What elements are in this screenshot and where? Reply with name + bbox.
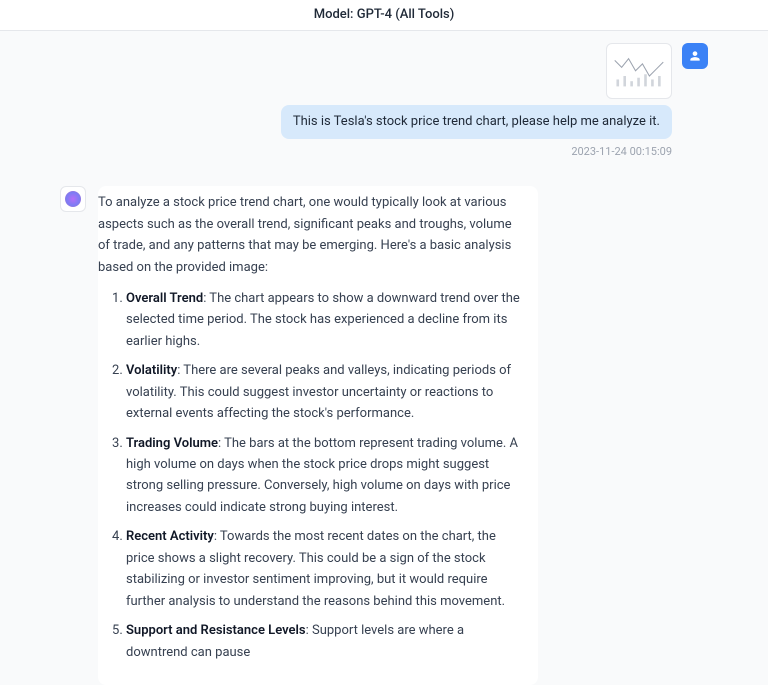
list-item: Recent Activity: Towards the most recent… [126,526,524,612]
model-header: Model: GPT-4 (All Tools) [0,0,768,31]
list-item: Support and Resistance Levels: Support l… [126,620,524,663]
point-title: Volatility [126,363,177,378]
analysis-list: Overall Trend: The chart appears to show… [98,288,524,663]
assistant-avatar [60,186,86,212]
message-timestamp: 2023-11-24 00:15:09 [571,145,672,158]
model-title: Model: GPT-4 (All Tools) [314,7,455,22]
user-avatar [682,43,708,69]
list-item: Overall Trend: The chart appears to show… [126,288,524,352]
user-icon [688,49,702,63]
user-message-row: This is Tesla's stock price trend chart,… [60,43,708,158]
point-title: Trading Volume [126,436,218,451]
point-title: Recent Activity [126,529,214,544]
assistant-message-row: To analyze a stock price trend chart, on… [60,186,708,685]
point-title: Overall Trend [126,291,203,306]
point-title: Support and Resistance Levels [126,623,306,638]
assistant-intro: To analyze a stock price trend chart, on… [98,192,524,278]
user-message-content: This is Tesla's stock price trend chart,… [281,43,672,158]
user-message-bubble: This is Tesla's stock price trend chart,… [281,105,672,139]
chart-thumbnail-icon [613,50,665,88]
attachment-thumbnail[interactable] [606,43,672,99]
assistant-logo-icon [65,191,81,207]
list-item: Volatility: There are several peaks and … [126,360,524,424]
user-message-text: This is Tesla's stock price trend chart,… [293,114,660,129]
point-body: : There are several peaks and valleys, i… [126,363,511,421]
list-item: Trading Volume: The bars at the bottom r… [126,433,524,519]
chat-area: This is Tesla's stock price trend chart,… [0,31,768,685]
assistant-message-content: To analyze a stock price trend chart, on… [98,186,538,685]
